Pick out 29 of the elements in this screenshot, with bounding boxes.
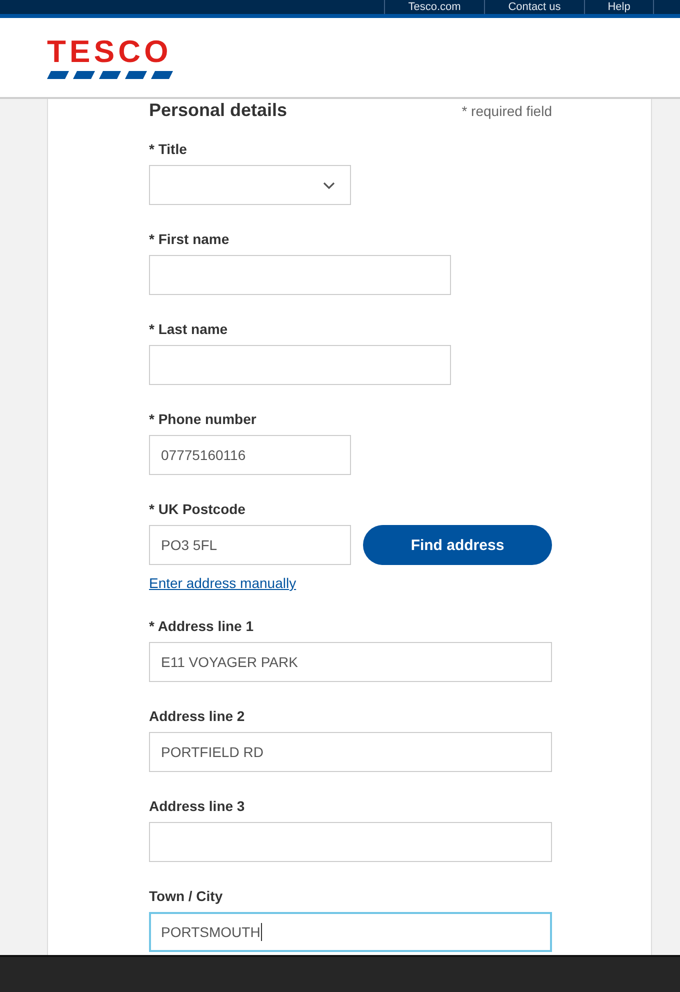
input-field[interactable]: PO3 5FL: [149, 525, 351, 565]
input-field[interactable]: E11 VOYAGER PARK: [149, 642, 552, 682]
input-field[interactable]: [149, 345, 451, 385]
field-label: * Phone number: [149, 410, 256, 429]
section-heading: Personal details: [149, 99, 288, 121]
field-label: * First name: [149, 230, 230, 249]
field-label: Town / City: [149, 887, 223, 906]
nav-link[interactable]: Help: [584, 0, 654, 14]
manual-address-link[interactable]: Enter address manually: [149, 574, 296, 592]
field-label: * UK Postcode: [149, 500, 246, 519]
stripes-icon: [47, 71, 173, 79]
find-address-button[interactable]: Find address: [363, 525, 552, 565]
field-label: * Last name: [149, 320, 228, 339]
dropdown[interactable]: [149, 165, 351, 205]
logo-text[interactable]: TESCO: [47, 39, 173, 65]
input-field[interactable]: PORTSMOUTH: [149, 912, 552, 952]
field-label: Address line 3: [149, 797, 245, 816]
input-field[interactable]: [149, 822, 552, 862]
input-field[interactable]: 07775160116: [149, 435, 351, 475]
nav-link[interactable]: Tesco.com: [384, 0, 484, 14]
text-cursor-icon: [261, 923, 262, 941]
field-label: * Address line 1: [149, 617, 254, 636]
required-note: * required field: [462, 102, 552, 120]
field-label: * Title: [149, 140, 187, 159]
input-field[interactable]: PORTFIELD RD: [149, 732, 552, 772]
field-label: Address line 2: [149, 707, 245, 726]
chevron-down-icon: [323, 182, 335, 188]
input-field[interactable]: [149, 255, 451, 295]
nav-link[interactable]: Contact us: [484, 0, 584, 14]
